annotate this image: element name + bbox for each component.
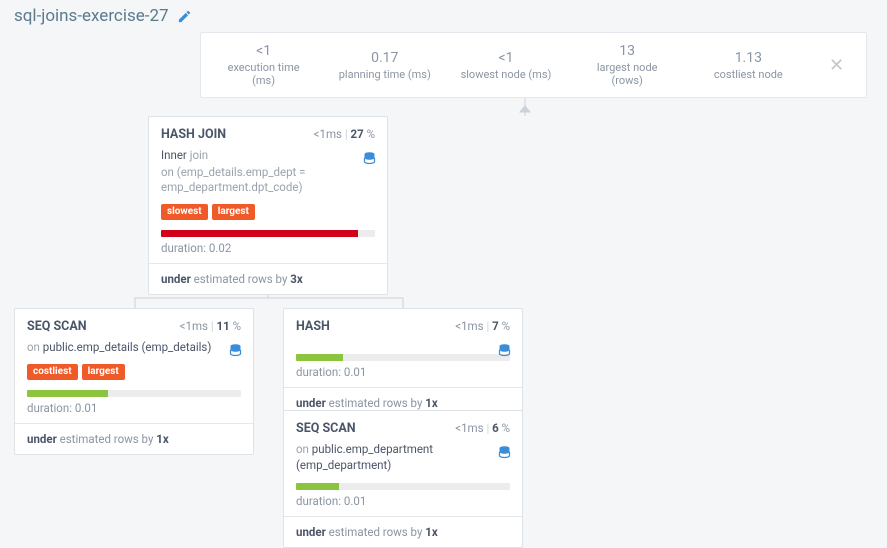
stat-costliest-node: 1.13 costliest node: [702, 50, 795, 81]
node-tags: costliest largest: [27, 364, 241, 380]
node-title: SEQ SCAN: [296, 421, 356, 436]
node-duration: duration: 0.02: [161, 241, 375, 255]
stat-label: costliest node: [702, 68, 795, 81]
node-meta: <1ms | 11 %: [180, 319, 241, 333]
duration-bar: [296, 483, 510, 490]
node-duration: duration: 0.01: [296, 365, 510, 379]
stats-bar: <1 execution time (ms) 0.17 planning tim…: [200, 32, 867, 98]
duration-bar-fill: [161, 230, 358, 237]
node-subtitle: Inner join: [161, 148, 375, 164]
stat-value: 0.17: [338, 50, 431, 66]
node-title: HASH JOIN: [161, 127, 226, 142]
node-meta: <1ms | 6 %: [455, 421, 510, 435]
stat-value: 1.13: [702, 50, 795, 66]
node-seq-scan-emp-department[interactable]: SEQ SCAN <1ms | 6 % on public.emp_depart…: [283, 410, 523, 548]
stat-label: largest node (rows): [581, 61, 674, 87]
node-hash[interactable]: HASH <1ms | 7 % duration: 0.01 under est…: [283, 308, 523, 419]
stat-value: <1: [217, 43, 310, 59]
stat-label: planning time (ms): [338, 68, 431, 81]
database-icon: [497, 343, 512, 358]
node-subtitle: on public.emp_department (emp_department…: [296, 442, 510, 473]
database-icon: [497, 445, 512, 460]
node-seq-scan-emp-details[interactable]: SEQ SCAN <1ms | 11 % on public.emp_detai…: [14, 308, 254, 455]
close-icon[interactable]: ✕: [823, 55, 850, 76]
node-meta: <1ms | 27 %: [314, 127, 375, 141]
duration-bar-fill: [296, 483, 339, 490]
stat-label: execution time (ms): [217, 61, 310, 87]
duration-bar-fill: [296, 354, 343, 361]
node-title: SEQ SCAN: [27, 319, 87, 334]
duration-bar: [161, 230, 375, 237]
stat-planning-time: 0.17 planning time (ms): [338, 50, 431, 81]
node-condition: on (emp_details.emp_dept = emp_departmen…: [161, 165, 375, 196]
node-meta: <1ms | 7 %: [455, 319, 510, 333]
node-estimate: under estimated rows by 1x: [284, 516, 522, 547]
node-subtitle: on public.emp_details (emp_details): [27, 340, 241, 356]
node-title: HASH: [296, 319, 330, 334]
tag-largest: largest: [212, 204, 255, 220]
node-hash-join[interactable]: HASH JOIN <1ms | 27 % Inner join on (emp…: [148, 116, 388, 295]
stat-largest-node: 13 largest node (rows): [581, 43, 674, 87]
node-duration: duration: 0.01: [27, 401, 241, 415]
database-icon: [228, 343, 243, 358]
tag-costliest: costliest: [27, 364, 78, 380]
edit-icon[interactable]: [177, 9, 192, 24]
node-duration: duration: 0.01: [296, 494, 510, 508]
stat-slowest-node: <1 slowest node (ms): [459, 50, 552, 81]
page-title: sql-joins-exercise-27: [14, 6, 169, 26]
stat-label: slowest node (ms): [459, 68, 552, 81]
duration-bar-fill: [27, 390, 108, 397]
database-icon: [362, 151, 377, 166]
duration-bar: [296, 354, 510, 361]
tag-slowest: slowest: [161, 204, 208, 220]
duration-bar: [27, 390, 241, 397]
stat-execution-time: <1 execution time (ms): [217, 43, 310, 87]
stat-value: <1: [459, 50, 552, 66]
node-estimate: under estimated rows by 3x: [149, 263, 387, 294]
node-estimate: under estimated rows by 1x: [15, 423, 253, 454]
tag-largest: largest: [82, 364, 125, 380]
node-tags: slowest largest: [161, 204, 375, 220]
stat-value: 13: [581, 43, 674, 59]
